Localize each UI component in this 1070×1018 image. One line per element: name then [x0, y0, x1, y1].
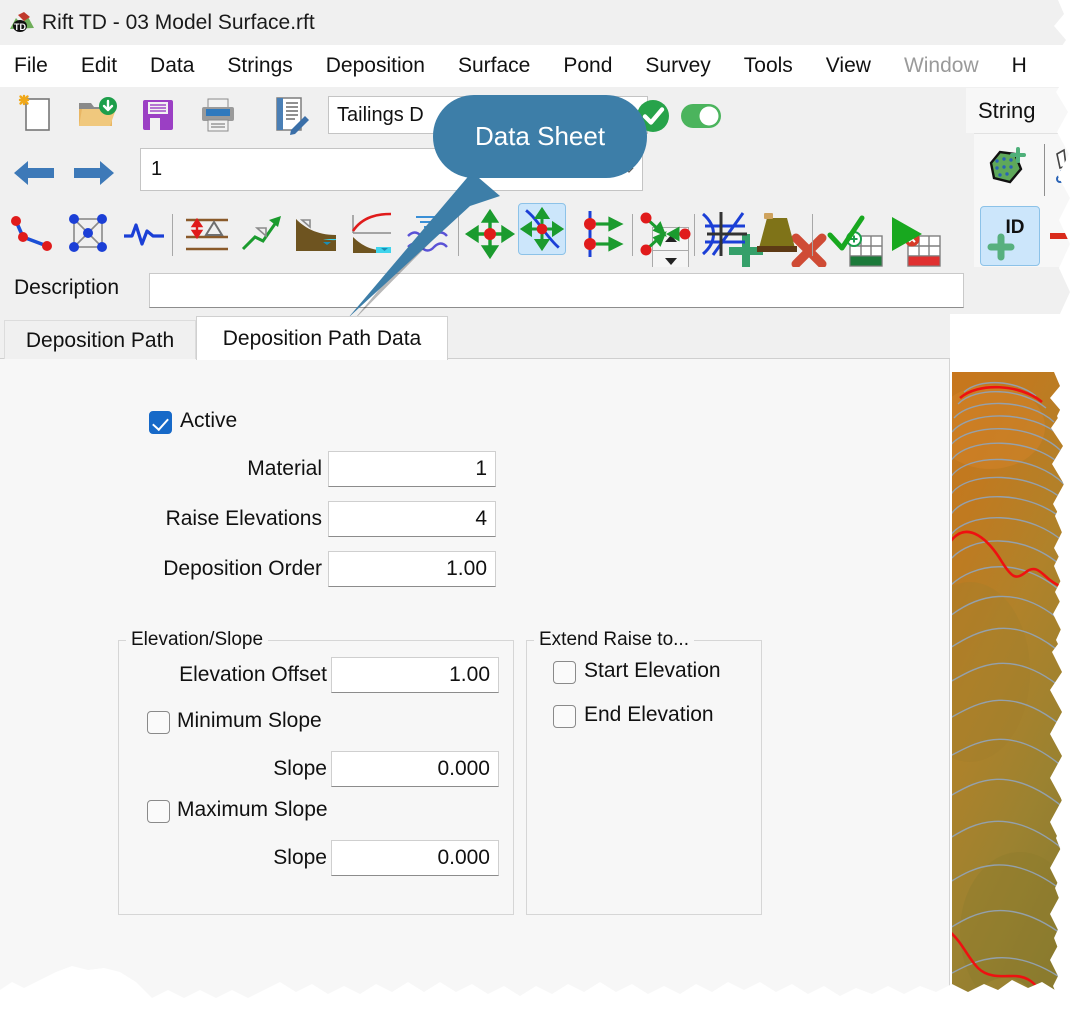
- arrow-right-icon[interactable]: [69, 150, 119, 195]
- elevation-slope-group: Elevation/Slope Elevation Offset 1.00 Mi…: [118, 629, 514, 915]
- move-curve-node-icon[interactable]: [518, 203, 566, 255]
- arrow-left-icon[interactable]: [9, 150, 59, 195]
- minimum-slope-value-label: Slope: [273, 757, 327, 780]
- mesh-nodes-icon[interactable]: [62, 208, 114, 260]
- elevation-delta-icon[interactable]: [181, 208, 233, 260]
- end-elevation-checkbox[interactable]: [553, 705, 576, 728]
- water-surface-icon[interactable]: [402, 208, 454, 260]
- deposition-type-value: Tailings D: [337, 103, 424, 126]
- menu-item-window: Window: [903, 54, 979, 77]
- new-file-icon[interactable]: [12, 91, 60, 139]
- edit-report-icon[interactable]: [266, 91, 314, 139]
- maximum-slope-value-field[interactable]: 0.000: [331, 840, 499, 876]
- menu-item-file[interactable]: File: [14, 54, 48, 78]
- toolbar-separator-5: [812, 214, 813, 256]
- raise-elevations-label: Raise Elevations: [165, 507, 322, 530]
- toolbar-separator-4: [694, 214, 695, 256]
- toolbar-separator-3: [632, 214, 633, 256]
- connect-nodes-icon[interactable]: [638, 206, 692, 262]
- deposition-order-field[interactable]: 1.00: [328, 551, 496, 587]
- elevation-offset-field[interactable]: 1.00: [331, 657, 499, 693]
- extend-raise-group-title: Extend Raise to...: [534, 629, 694, 651]
- extend-raise-group: Extend Raise to... Start Elevation End E…: [526, 629, 762, 915]
- start-elevation-checkbox[interactable]: [553, 661, 576, 684]
- description-label: Description: [14, 276, 120, 299]
- maximum-slope-checkbox[interactable]: [147, 800, 170, 823]
- active-checkbox[interactable]: [149, 411, 172, 434]
- elevation-offset-label: Elevation Offset: [179, 663, 327, 686]
- save-floppy-icon[interactable]: [134, 91, 182, 139]
- toolbar-separator-2: [458, 214, 459, 256]
- string-index-value: 1: [151, 158, 163, 180]
- menu-bar: File Edit Data Strings Deposition Surfac…: [0, 45, 1070, 87]
- open-folder-icon[interactable]: [73, 91, 121, 139]
- menu-item-view[interactable]: View: [826, 54, 871, 78]
- data-sheet-callout-label: Data Sheet: [474, 121, 606, 151]
- bottom-ragged-edge: [0, 966, 1070, 1018]
- maximum-slope-value-label: Slope: [273, 846, 327, 869]
- start-elevation-label: Start Elevation: [584, 659, 721, 682]
- toolbar-row-tools: [0, 200, 1070, 267]
- menu-item-survey[interactable]: Survey: [645, 54, 710, 78]
- minimum-slope-value-field[interactable]: 0.000: [331, 751, 499, 787]
- toolbar-separator: [172, 214, 173, 256]
- beach-curve-icon[interactable]: [345, 208, 397, 260]
- embankment-icon[interactable]: [752, 206, 806, 262]
- active-label: Active: [180, 409, 238, 432]
- end-elevation-label: End Elevation: [584, 703, 714, 726]
- profile-wave-icon[interactable]: [118, 208, 170, 260]
- tab-deposition-path[interactable]: Deposition Path: [4, 320, 196, 360]
- menu-item-deposition[interactable]: Deposition: [326, 54, 425, 78]
- green-toggle-on-icon[interactable]: [678, 100, 724, 132]
- maximum-slope-label: Maximum Slope: [177, 798, 328, 821]
- print-icon[interactable]: [195, 91, 243, 139]
- move-node-icon[interactable]: [462, 206, 518, 262]
- polyline-points-icon[interactable]: [5, 208, 57, 260]
- rift-td-logo-icon: TD: [8, 9, 36, 37]
- deposition-order-label: Deposition Order: [163, 557, 322, 580]
- run-play-icon[interactable]: [878, 206, 930, 262]
- tab-strip: Deposition Path Deposition Path Data: [0, 314, 950, 360]
- deposition-path-data-panel: Active Material 1 Raise Elevations 4 Dep…: [0, 359, 950, 999]
- window-title: Rift TD - 03 Model Surface.rft: [42, 10, 315, 34]
- right-ragged-edge: [1050, 0, 1070, 1018]
- description-input[interactable]: [149, 273, 964, 308]
- title-bar: TD Rift TD - 03 Model Surface.rft: [0, 0, 1070, 45]
- raise-elevations-field[interactable]: 4: [328, 501, 496, 537]
- tab-deposition-path-data[interactable]: Deposition Path Data: [196, 316, 448, 360]
- move-segment-icon[interactable]: [574, 206, 626, 262]
- minimum-slope-label: Minimum Slope: [177, 709, 322, 732]
- accept-check-icon[interactable]: [820, 206, 872, 262]
- menu-item-tools[interactable]: Tools: [744, 54, 793, 78]
- intersect-strings-icon[interactable]: [698, 206, 752, 262]
- slope-arrow-icon[interactable]: [236, 208, 288, 260]
- beach-fill-icon[interactable]: [290, 208, 342, 260]
- menu-item-data[interactable]: Data: [150, 54, 194, 78]
- menu-item-pond[interactable]: Pond: [563, 54, 612, 78]
- menu-item-surface[interactable]: Surface: [458, 54, 530, 78]
- menu-item-strings[interactable]: Strings: [227, 54, 292, 78]
- menu-item-edit[interactable]: Edit: [81, 54, 117, 78]
- material-field[interactable]: 1: [328, 451, 496, 487]
- svg-text:TD: TD: [14, 22, 26, 32]
- material-label: Material: [247, 457, 322, 480]
- minimum-slope-checkbox[interactable]: [147, 711, 170, 734]
- elevation-slope-group-title: Elevation/Slope: [126, 629, 269, 651]
